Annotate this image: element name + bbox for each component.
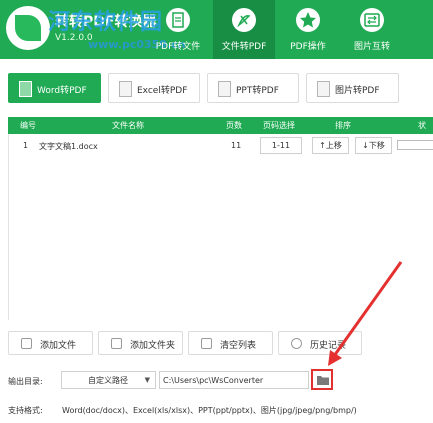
move-up-button[interactable]: ↑上移 (312, 137, 349, 154)
button-label: 清空列表 (220, 341, 257, 351)
move-down-button[interactable]: ↓下移 (355, 137, 392, 154)
image-file-icon (317, 81, 330, 97)
add-folder-icon (111, 338, 122, 349)
app-header: 转转PDF转换器 V1.2.0.0 河东软件园 www.pc0359.cn PD… (0, 0, 433, 59)
tab-label: 图片互转 (353, 42, 390, 52)
tab-pdf-operations[interactable]: PDF操作 (277, 0, 339, 59)
clear-list-button[interactable]: 清空列表 (188, 331, 273, 355)
subtab-label: 图片转PDF (335, 86, 380, 96)
browse-folder-button[interactable] (311, 369, 333, 390)
clock-icon (291, 338, 302, 349)
output-path-input[interactable] (159, 371, 309, 389)
column-page-range: 页码选择 (263, 121, 295, 130)
tab-pdf-to-file[interactable]: PDF转文件 (147, 0, 209, 59)
progress-bar (397, 140, 433, 150)
file-table: 1 文字文稿1.docx 11 1-11 ↑上移 ↓下移 (8, 134, 433, 320)
row-filename: 文字文稿1.docx (39, 142, 98, 151)
history-button[interactable]: 历史记录 (278, 331, 362, 355)
add-folder-button[interactable]: 添加文件夹 (98, 331, 183, 355)
subtab-label: Excel转PDF (137, 86, 188, 96)
ppt-file-icon (218, 81, 231, 97)
output-mode-select[interactable]: 自定义路径 ▼ (61, 371, 156, 389)
file-table-header: 编号 文件名称 页数 页码选择 排序 状 (8, 117, 433, 134)
excel-file-icon (119, 81, 132, 97)
word-file-icon (19, 81, 32, 97)
add-file-icon (21, 338, 32, 349)
watermark: 河东软件园 (48, 10, 164, 35)
file-to-pdf-icon (232, 8, 256, 32)
star-icon (296, 8, 320, 32)
app-logo (6, 6, 50, 50)
tab-label: PDF操作 (290, 42, 326, 52)
subtab-label: Word转PDF (37, 86, 87, 96)
support-formats-label: 支持格式: (8, 406, 43, 415)
tab-image-convert[interactable]: 图片互转 (341, 0, 403, 59)
column-index: 编号 (20, 121, 36, 130)
column-filename: 文件名称 (112, 121, 144, 130)
pdf-to-file-icon (166, 8, 190, 32)
column-pages: 页数 (226, 121, 242, 130)
chevron-down-icon: ▼ (144, 376, 150, 384)
column-status: 状 (418, 121, 426, 130)
image-convert-icon (360, 8, 384, 32)
tab-file-to-pdf[interactable]: 文件转PDF (213, 0, 275, 59)
tab-label: 文件转PDF (221, 42, 267, 52)
add-file-button[interactable]: 添加文件 (8, 331, 93, 355)
row-pages: 11 (231, 141, 242, 150)
button-label: 历史记录 (310, 341, 347, 351)
trash-icon (201, 338, 212, 349)
column-sort: 排序 (335, 121, 351, 130)
button-label: 添加文件夹 (130, 341, 176, 351)
support-formats-text: Word(doc/docx)、Excel(xls/xlsx)、PPT(ppt/p… (62, 406, 357, 415)
tab-label: PDF转文件 (155, 42, 201, 52)
output-mode-value: 自定义路径 (88, 376, 128, 385)
subtab-word-to-pdf[interactable]: Word转PDF (8, 73, 101, 103)
leaf-icon (15, 15, 41, 41)
output-dir-label: 输出目录: (8, 377, 43, 386)
page-range-input[interactable]: 1-11 (260, 137, 302, 154)
subtab-image-to-pdf[interactable]: 图片转PDF (306, 73, 399, 103)
folder-icon (317, 376, 329, 385)
subtab-label: PPT转PDF (236, 86, 279, 96)
row-index: 1 (23, 141, 29, 150)
button-label: 添加文件 (40, 341, 77, 351)
subtab-ppt-to-pdf[interactable]: PPT转PDF (207, 73, 299, 103)
subtab-excel-to-pdf[interactable]: Excel转PDF (108, 73, 200, 103)
